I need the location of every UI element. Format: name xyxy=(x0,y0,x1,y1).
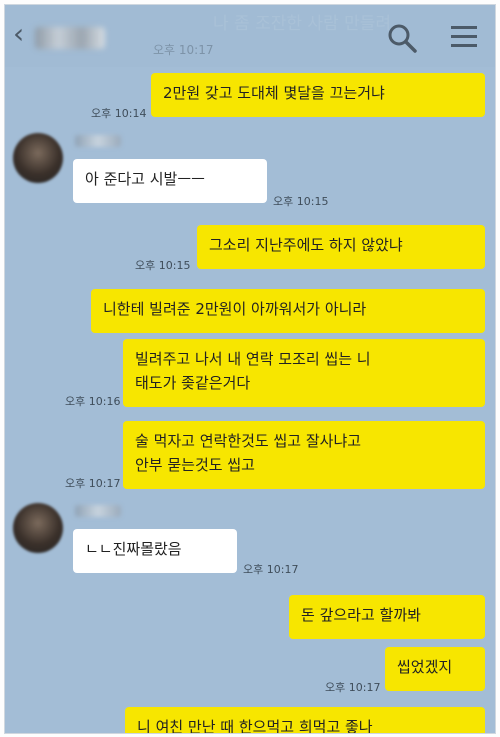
my-message-bubble[interactable]: 씹었겠지 xyxy=(385,647,485,691)
my-message-bubble[interactable]: 니한테 빌려준 2만원이 아까워서가 아니라 xyxy=(91,289,485,333)
menu-icon[interactable] xyxy=(449,23,479,51)
message-time: 오후 10:15 xyxy=(273,195,329,208)
message-time: 오후 10:15 xyxy=(135,259,191,272)
my-message-bubble[interactable]: 술 먹자고 연락한것도 씹고 잘사냐고 안부 묻는것도 씹고 xyxy=(123,421,485,489)
my-message-bubble[interactable]: 2만원 갖고 도대체 몇달을 끄는거냐 xyxy=(151,73,485,117)
sender-name-blurred xyxy=(75,135,121,147)
avatar[interactable] xyxy=(13,503,63,553)
chat-partner-name-blurred xyxy=(35,27,105,49)
sender-name-blurred xyxy=(75,505,121,517)
their-message-bubble[interactable]: 아 준다고 시발ㅡㅡ xyxy=(73,159,267,203)
message-time: 오후 10:17 xyxy=(65,477,121,490)
avatar[interactable] xyxy=(13,133,63,183)
header-ghost-time: 오후 10:17 xyxy=(153,43,214,57)
chat-screen: ‹ 나 좀 조잔한 사람 만들려 오후 10:17 2만원 갖고 도대체 몇달을… xyxy=(4,4,496,734)
message-time: 오후 10:14 xyxy=(91,107,147,120)
search-icon[interactable] xyxy=(387,23,417,53)
message-time: 오후 10:17 xyxy=(325,681,381,694)
their-message-bubble[interactable]: ㄴㄴ진짜몰랐음 xyxy=(73,529,237,573)
my-message-bubble[interactable]: 니 여친 만난 때 한으먹고 희먹고 좋나 xyxy=(125,707,485,733)
chat-header: ‹ 나 좀 조잔한 사람 만들려 오후 10:17 xyxy=(5,5,495,67)
my-message-bubble[interactable]: 돈 갚으라고 할까봐 xyxy=(289,595,485,639)
my-message-bubble[interactable]: 빌려주고 나서 내 연락 모조리 씹는 니 태도가 좆같은거다 xyxy=(123,339,485,407)
message-time: 오후 10:16 xyxy=(65,395,121,408)
my-message-bubble[interactable]: 그소리 지난주에도 하지 않았냐 xyxy=(197,225,485,269)
message-time: 오후 10:17 xyxy=(243,563,299,576)
chevron-left-icon[interactable]: ‹ xyxy=(13,19,24,49)
